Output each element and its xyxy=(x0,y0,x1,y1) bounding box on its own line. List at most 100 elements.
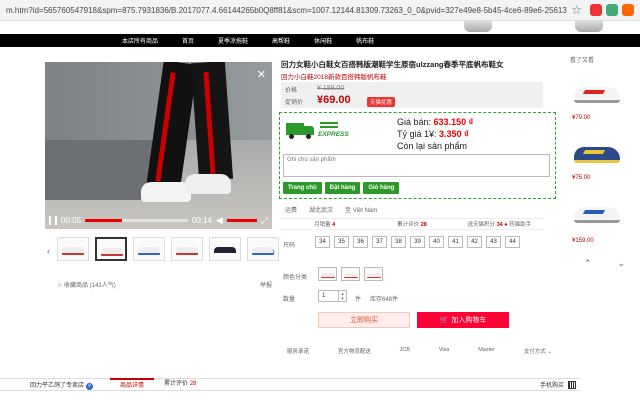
original-price: ¥ 189.00 xyxy=(317,85,345,92)
color-option[interactable] xyxy=(341,267,360,281)
popularity-count: (141人气) xyxy=(89,283,116,289)
pause-icon[interactable] xyxy=(49,215,57,225)
quantity-unit: 件 xyxy=(355,297,362,303)
truck-icon xyxy=(286,121,316,139)
collect-button[interactable]: ☆ 收藏商品 (141人气) xyxy=(57,280,116,289)
cart-button[interactable]: Giỏ hàng xyxy=(363,182,400,194)
recommend-item[interactable] xyxy=(572,75,622,111)
size-option[interactable]: 39 xyxy=(410,236,425,248)
color-option[interactable] xyxy=(364,267,383,281)
size-option[interactable]: 36 xyxy=(353,236,368,248)
nav-item-all-products[interactable]: 本店所有商品 xyxy=(110,36,170,45)
size-option[interactable]: 37 xyxy=(372,236,387,248)
color-option[interactable] xyxy=(318,267,337,281)
video-controls: 00:05 00:14 ◀ ⤢ xyxy=(45,211,272,229)
chevron-up-icon[interactable]: ⌃ xyxy=(584,258,592,269)
recommend-item[interactable] xyxy=(572,135,622,171)
price-box: 价格 ¥ 189.00 促销价 ¥69.00 天猫优惠 xyxy=(281,82,543,108)
quantity-stepper[interactable]: ▲ ▼ xyxy=(339,290,347,302)
video-current-time: 00:05 xyxy=(61,215,82,225)
thumbnail[interactable] xyxy=(171,237,203,261)
shop-name[interactable]: 回力平乙鸽了专卖店 v xyxy=(0,380,110,390)
size-option[interactable]: 44 xyxy=(505,236,520,248)
thumbnail-list xyxy=(57,237,279,261)
coin-icon: ● xyxy=(504,222,508,228)
volume-icon[interactable]: ◀ xyxy=(216,215,223,226)
monthly-sales-label: 月销量 xyxy=(314,222,331,228)
browser-url-bar[interactable]: m.htm?id=565760547918&spm=875.7931836/B.… xyxy=(0,0,640,21)
shoe-image xyxy=(575,21,603,32)
chevron-down-icon[interactable]: ⌄ xyxy=(618,258,626,269)
mobile-order-label: 手机购买 xyxy=(539,383,564,389)
buy-now-button[interactable]: 立即购买 xyxy=(318,312,410,328)
quantity-input[interactable]: 1 xyxy=(318,290,339,302)
home-button[interactable]: Trang chủ xyxy=(283,182,322,194)
payment-master: Master xyxy=(478,347,496,353)
size-option[interactable]: 40 xyxy=(429,236,444,248)
nav-item-high-top[interactable]: 高帮鞋 xyxy=(260,36,302,45)
size-option[interactable]: 42 xyxy=(467,236,482,248)
shop-navbar: 本店所有商品 首页 夏季凉拖鞋 高帮鞋 休闲鞋 帆布鞋 xyxy=(0,34,640,47)
payment-methods-dropdown[interactable]: 支付方式 ⌄ xyxy=(524,347,552,355)
nav-item-canvas[interactable]: 帆布鞋 xyxy=(344,36,386,45)
recommend-price: ¥79.00 xyxy=(572,115,591,121)
bookmark-star-icon[interactable]: ☆ xyxy=(571,3,582,17)
ship-to-select[interactable]: 至 Việt Nam xyxy=(345,205,377,214)
fullscreen-icon[interactable]: ⤢ xyxy=(261,215,268,226)
nav-item-home[interactable]: 首页 xyxy=(170,36,206,45)
promo-badge[interactable]: 天猫优惠 xyxy=(367,97,396,107)
recommend-item[interactable] xyxy=(572,195,622,231)
volume-slider[interactable] xyxy=(226,218,257,222)
points: 送天猫积分 34 ● 药猫助手 xyxy=(456,220,543,228)
tab-reviews-label: 累计评价 xyxy=(164,381,189,387)
extension-icon[interactable] xyxy=(622,4,634,16)
size-option[interactable]: 38 xyxy=(391,236,406,248)
stock-count: 库存648件 xyxy=(370,297,399,303)
payment-jcb: JCB xyxy=(399,347,411,353)
shoe-image xyxy=(464,21,492,32)
sales-stats: 月销量 4 累计评价 28 送天猫积分 34 ● 药猫助手 xyxy=(281,218,543,230)
close-icon[interactable]: ✕ xyxy=(257,68,266,81)
favorites-row: ☆ 收藏商品 (141人气) 举报 xyxy=(57,280,272,289)
tab-product-details[interactable]: 商品详情 xyxy=(110,378,155,391)
thumb-prev-icon[interactable]: ‹ xyxy=(47,246,50,256)
add-to-cart-button[interactable]: 🛒 加入购物车 xyxy=(417,312,509,328)
product-subtitle: 回力小白鞋2018新款百搭韩版帆布鞋 xyxy=(281,74,387,81)
points-label: 送天猫积分 xyxy=(467,222,496,228)
product-title: 回力女鞋小白鞋女百搭韩版潮鞋学生原宿ulzzang春季平底帆布鞋女 xyxy=(281,60,504,69)
size-option[interactable]: 41 xyxy=(448,236,463,248)
order-button[interactable]: Đặt hàng xyxy=(324,182,361,194)
payment-methods-label: 支付方式 xyxy=(523,349,546,355)
monthly-sales-value: 4 xyxy=(332,222,336,228)
nav-item-summer-slippers[interactable]: 夏季凉拖鞋 xyxy=(206,36,260,45)
sale-price-row: Giá bán: 633.150 ₫ xyxy=(397,117,473,127)
extension-icon[interactable] xyxy=(606,4,618,16)
video-progress-bar[interactable] xyxy=(85,218,188,222)
thumbnail[interactable] xyxy=(133,237,165,261)
cart-icon: 🛒 xyxy=(439,317,449,324)
report-link[interactable]: 举报 xyxy=(260,280,272,289)
extension-icon[interactable] xyxy=(590,4,602,16)
product-note-input[interactable]: Ghi chú sản phẩm xyxy=(283,154,550,177)
thumbnail-active[interactable] xyxy=(95,237,127,261)
size-option[interactable]: 35 xyxy=(334,236,349,248)
thumbnail[interactable] xyxy=(209,237,241,261)
url-text[interactable]: m.htm?id=565760547918&spm=875.7931836/B.… xyxy=(6,6,567,15)
service-promise: 服务承诺 xyxy=(287,349,310,355)
tab-reviews[interactable]: 累计评价 28 xyxy=(154,378,206,391)
size-option[interactable]: 34 xyxy=(315,236,330,248)
top-product-strip xyxy=(420,21,640,34)
review-count[interactable]: 累计评价 28 xyxy=(368,220,455,228)
express-extension-panel: EXPRESS Giá bán: 633.150 ₫ Tỷ giá 1¥: 3.… xyxy=(279,112,556,199)
thumb-next-icon[interactable]: › xyxy=(272,246,275,256)
sidebar-title: 看了又看 xyxy=(570,58,595,64)
promo-price-label: 促销价 xyxy=(285,100,304,106)
product-video[interactable]: ✕ 00:05 00:14 ◀ ⤢ xyxy=(45,62,272,229)
collect-label: 收藏商品 xyxy=(64,283,89,289)
size-option[interactable]: 43 xyxy=(486,236,501,248)
thumbnail[interactable] xyxy=(57,237,89,261)
size-label: 尺码 xyxy=(283,243,296,249)
extension-button-row: Trang chủ Đặt hàng Giỏ hàng xyxy=(283,182,400,194)
nav-item-casual[interactable]: 休闲鞋 xyxy=(302,36,344,45)
color-label: 颜色分类 xyxy=(283,275,308,281)
